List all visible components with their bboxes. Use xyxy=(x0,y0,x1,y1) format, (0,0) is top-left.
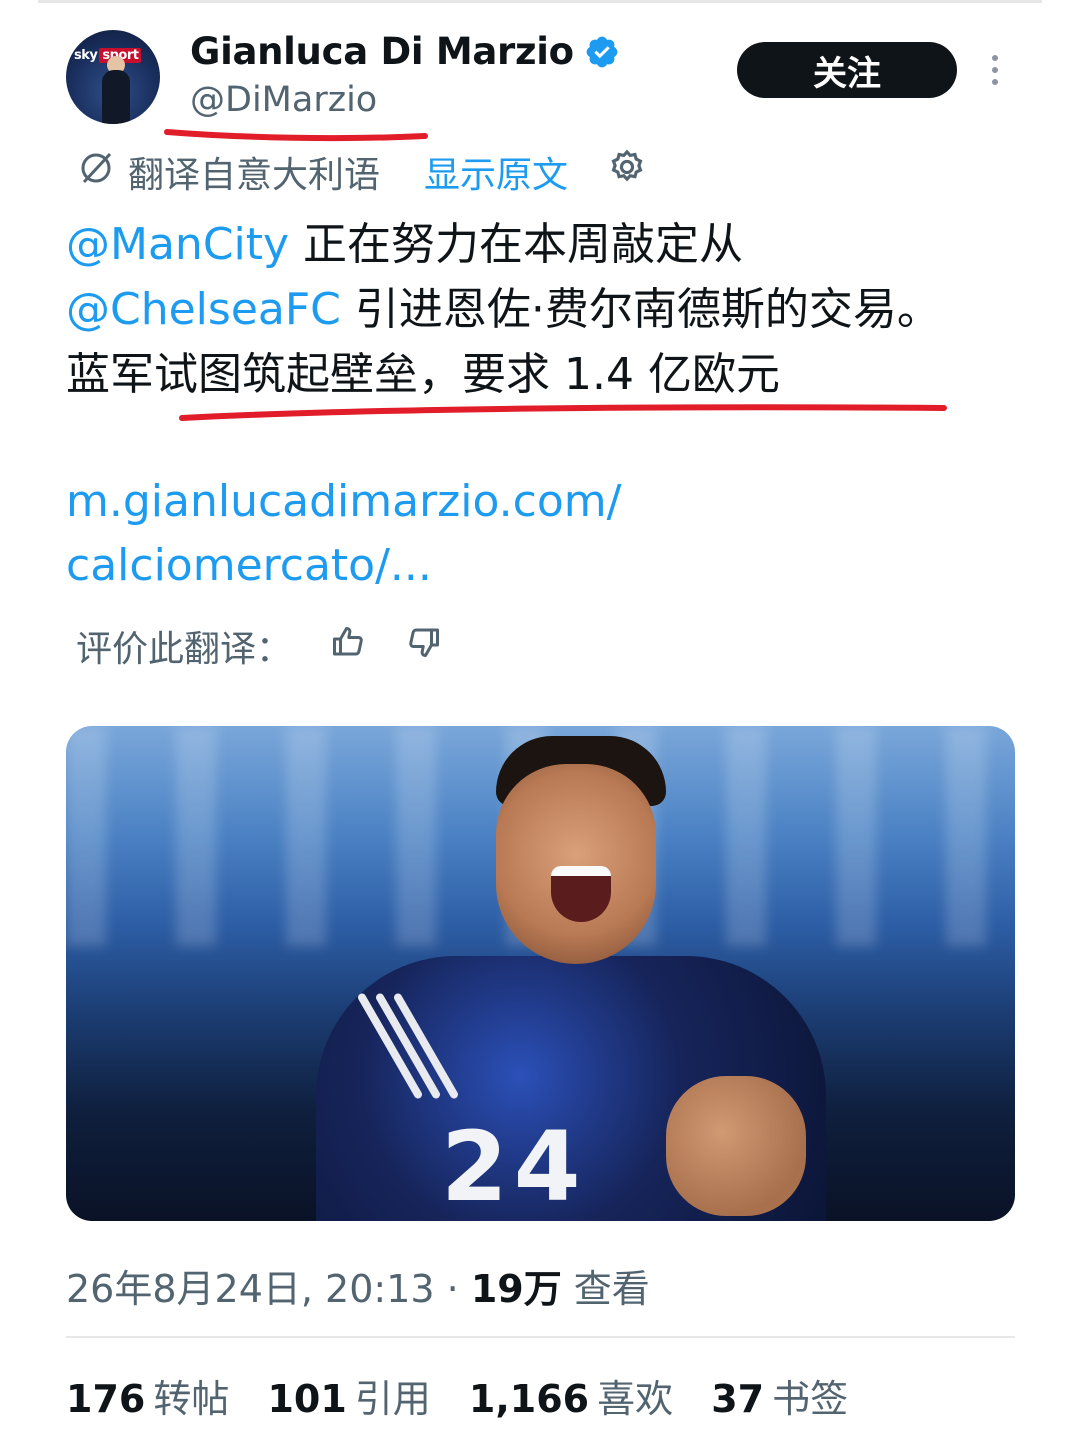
engagement-stats: 176 转帖 101 引用 1,166 喜欢 37 书签 xyxy=(66,1368,874,1423)
thumb-up-icon[interactable] xyxy=(330,624,366,660)
quotes-count: 101 xyxy=(267,1377,347,1421)
photo-face xyxy=(496,764,656,964)
post-meta: 26年8月24日, 20:13 · 19万 查看 xyxy=(66,1258,650,1313)
bookmarks-count: 37 xyxy=(711,1377,765,1421)
bookmarks-label: 书签 xyxy=(772,1377,849,1421)
show-original-link[interactable]: 显示原文 xyxy=(424,146,568,198)
reposts-label: 转帖 xyxy=(153,1377,230,1421)
mention-mancity[interactable]: @ManCity xyxy=(66,219,289,270)
reposts-stat[interactable]: 176 转帖 xyxy=(66,1368,229,1423)
red-underline-annotation xyxy=(179,404,947,421)
bookmarks-stat[interactable]: 37 书签 xyxy=(711,1368,848,1423)
body-text-1: 正在努力在本周敲定从 xyxy=(289,219,744,270)
likes-stat[interactable]: 1,166 喜欢 xyxy=(469,1368,673,1423)
top-divider xyxy=(38,0,1042,3)
more-vertical-icon[interactable] xyxy=(984,52,1006,92)
follow-button[interactable]: 关注 xyxy=(737,42,957,98)
author-name[interactable]: Gianluca Di Marzio xyxy=(190,30,574,73)
post-body: @ManCity 正在努力在本周敲定从 @ChelseaFC 引进恩佐·费尔南德… xyxy=(66,212,966,407)
avatar[interactable]: sky sport xyxy=(66,30,160,124)
views-label: 查看 xyxy=(561,1267,650,1311)
verified-badge-icon xyxy=(586,36,618,68)
avatar-person xyxy=(102,70,130,124)
link-line-2: calciomercato/... xyxy=(66,540,432,591)
thumb-down-icon[interactable] xyxy=(406,624,442,660)
likes-count: 1,166 xyxy=(468,1377,590,1421)
jersey-number: 24 xyxy=(441,1111,587,1221)
quotes-stat[interactable]: 101 引用 xyxy=(267,1368,430,1423)
post-date[interactable]: 26年8月24日, 20:13 xyxy=(66,1267,435,1311)
post-photo[interactable]: 24 xyxy=(66,726,1015,1221)
mention-chelseafc[interactable]: @ChelseaFC xyxy=(66,284,341,335)
link-line-1: m.gianlucadimarzio.com/ xyxy=(66,476,622,527)
author-handle[interactable]: @DiMarzio xyxy=(190,80,377,120)
rate-translation-label: 评价此翻译： xyxy=(76,629,293,670)
quotes-label: 引用 xyxy=(354,1377,431,1421)
divider xyxy=(66,1336,1015,1338)
translation-source-label: 翻译自意大利语 xyxy=(128,155,381,196)
views-count: 19万 xyxy=(470,1267,562,1311)
photo-hand xyxy=(666,1076,806,1216)
translate-icon xyxy=(81,152,112,184)
meta-separator: · xyxy=(434,1267,471,1311)
reposts-count: 176 xyxy=(66,1377,146,1421)
article-link[interactable]: m.gianlucadimarzio.com/ calciomercato/..… xyxy=(66,470,766,598)
gear-icon[interactable] xyxy=(608,148,646,186)
likes-label: 喜欢 xyxy=(597,1377,674,1421)
